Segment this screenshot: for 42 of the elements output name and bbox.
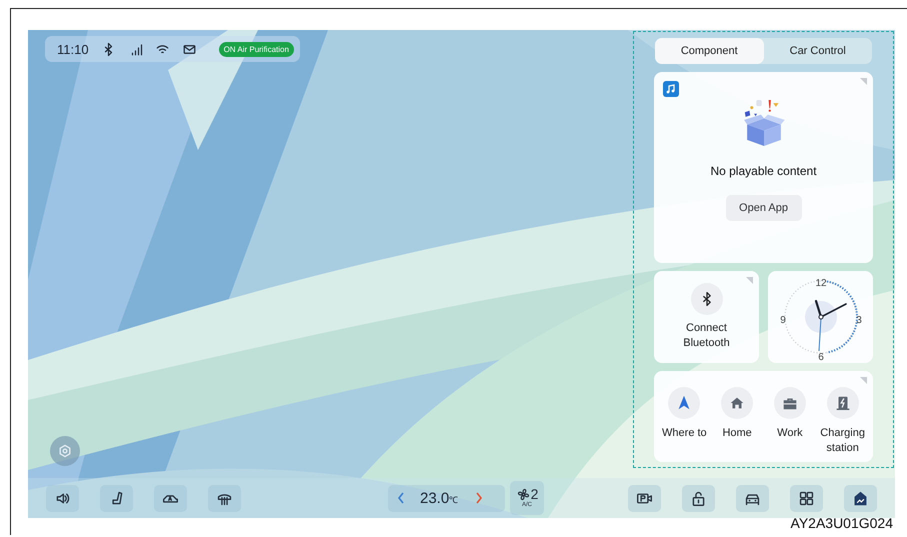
temperature-value: 23.0 xyxy=(420,490,450,506)
shortcut-button[interactable] xyxy=(668,387,700,419)
temperature-unit: ℃ xyxy=(449,494,458,506)
shortcut-button[interactable] xyxy=(826,387,859,419)
chevron-left-icon xyxy=(396,491,406,505)
shortcut-label: Where to xyxy=(662,426,707,441)
dock-button[interactable] xyxy=(46,484,79,512)
bluetooth-card[interactable]: Connect Bluetooth xyxy=(654,271,759,363)
corner-icon xyxy=(746,277,753,284)
fan-icon xyxy=(516,487,531,502)
chevron-right-icon xyxy=(474,491,484,505)
charger-icon xyxy=(834,394,852,412)
clock-time: 11:10 xyxy=(57,42,89,56)
status-badge: ON Air Purification xyxy=(218,42,294,56)
dock-button[interactable] xyxy=(790,484,823,512)
empty-message: No playable content xyxy=(710,164,817,178)
corner-icon xyxy=(860,377,867,384)
tab[interactable]: Car Control xyxy=(764,38,872,64)
shortcut-label: Home xyxy=(722,426,752,441)
padlock-icon xyxy=(690,490,707,506)
dock-button[interactable] xyxy=(154,484,187,512)
shortcut-button[interactable] xyxy=(774,387,806,419)
map-icon xyxy=(852,490,869,506)
music-note-icon xyxy=(663,81,679,97)
figure-code: AY2A3U01G024 xyxy=(790,515,894,531)
shortcut-button[interactable] xyxy=(721,387,754,419)
dock-button[interactable] xyxy=(208,484,241,512)
grid-icon xyxy=(798,490,815,506)
tab[interactable]: Component xyxy=(655,38,764,64)
dock-button[interactable] xyxy=(682,484,715,512)
dock-button[interactable] xyxy=(100,484,133,512)
fan-speed: 2 xyxy=(530,487,538,502)
bluetooth-button[interactable] xyxy=(690,283,722,315)
dock-button[interactable] xyxy=(844,484,877,512)
dock-button[interactable] xyxy=(736,484,769,512)
open-app-button[interactable]: Open App xyxy=(726,195,802,221)
dock-button[interactable] xyxy=(628,484,661,512)
settings-icon xyxy=(57,443,73,459)
shortcut-label: Work xyxy=(777,426,803,441)
card-label: Connect Bluetooth xyxy=(682,321,731,351)
shortcut-label: Charging station xyxy=(819,426,866,456)
corner-icon xyxy=(860,78,867,85)
